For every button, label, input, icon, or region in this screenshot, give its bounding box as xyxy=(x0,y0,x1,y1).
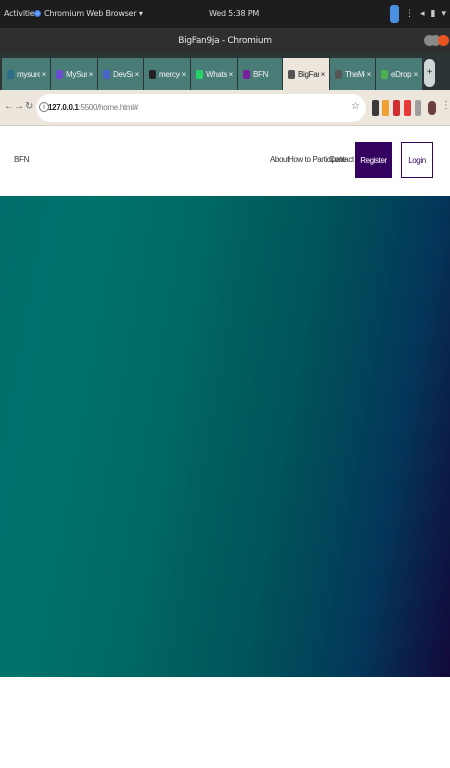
tab-favicon xyxy=(149,69,156,79)
browser-toolbar: ← → ↻ i 127.0.0.1:5500/home.html# ☆ ⋮ xyxy=(0,90,450,126)
chromium-icon xyxy=(34,10,41,17)
tab-strip: mysuretec × MySuretec × DevSureti × merc… xyxy=(0,54,450,90)
nav-link-contact[interactable]: Contact xyxy=(329,155,354,164)
tab-label: TheMobile xyxy=(345,69,365,79)
tab-favicon xyxy=(7,69,14,79)
menu-kebab-icon[interactable]: ⋮ xyxy=(441,100,450,111)
volume-icon[interactable]: ◂ xyxy=(420,9,425,19)
tab-label: MySuretec xyxy=(66,69,87,79)
tab-close-icon[interactable]: × xyxy=(367,70,372,79)
bookmark-star-icon[interactable]: ☆ xyxy=(351,101,360,112)
system-top-bar: Activities Chromium Web Browser ▾ Wed 5:… xyxy=(0,0,450,28)
close-window-button[interactable] xyxy=(438,35,449,46)
tab-favicon xyxy=(381,69,388,79)
tab-close-icon[interactable]: × xyxy=(135,70,140,79)
browser-tab[interactable]: BFN xyxy=(238,58,282,90)
register-button[interactable]: Register xyxy=(355,142,392,178)
browser-tab[interactable]: MySuretec × xyxy=(51,58,97,90)
tab-label: mercyg/Bi xyxy=(159,69,180,79)
clock[interactable]: Wed 5:38 PM xyxy=(209,9,259,18)
browser-tab[interactable]: TheMobile × xyxy=(330,58,375,90)
power-menu-icon[interactable]: ▾ xyxy=(441,9,446,19)
tab-favicon xyxy=(56,69,63,79)
tab-favicon xyxy=(335,69,342,79)
site-brand[interactable]: BFN xyxy=(14,155,29,164)
url-path: :5500/home.html# xyxy=(78,103,139,112)
tab-favicon xyxy=(103,69,110,79)
battery-icon[interactable]: ▮ xyxy=(431,9,436,19)
app-menu[interactable]: Chromium Web Browser ▾ xyxy=(34,9,143,18)
profile-avatar[interactable] xyxy=(428,101,436,115)
browser-tab[interactable]: WhatsApp × xyxy=(191,58,237,90)
page-lower-section xyxy=(0,677,450,768)
tab-close-icon[interactable]: × xyxy=(182,70,187,79)
browser-tab[interactable]: mysuretec × xyxy=(2,58,50,90)
accessibility-icon[interactable] xyxy=(389,5,399,23)
browser-tab[interactable]: eDrop - Pe × xyxy=(376,58,422,90)
network-icon[interactable]: ⋮ xyxy=(405,9,414,19)
extension-icon[interactable] xyxy=(372,100,379,116)
tab-close-icon[interactable]: × xyxy=(414,70,419,79)
tab-label: BigFan9ja xyxy=(298,69,319,79)
window-titlebar: BigFan9ja - Chromium xyxy=(0,28,450,54)
web-page: BFN About How to Participate Contact Reg… xyxy=(0,127,450,768)
extension-icon[interactable] xyxy=(393,100,400,116)
reload-icon[interactable]: ↻ xyxy=(25,101,33,112)
site-navbar: BFN About How to Participate Contact Reg… xyxy=(0,127,450,196)
login-button[interactable]: Login xyxy=(401,142,433,178)
url-text[interactable]: 127.0.0.1:5500/home.html# xyxy=(48,103,138,112)
tab-close-icon[interactable]: × xyxy=(89,70,94,79)
system-tray[interactable]: ⋮ ◂ ▮ ▾ xyxy=(389,5,446,23)
extension-icon[interactable] xyxy=(404,100,411,116)
tab-close-icon[interactable]: × xyxy=(42,70,47,79)
forward-arrow-icon[interactable]: → xyxy=(14,101,24,112)
tab-label: mysuretec xyxy=(17,69,40,79)
new-tab-button[interactable]: + xyxy=(424,59,435,87)
browser-tab[interactable]: mercyg/Bi × xyxy=(144,58,190,90)
extension-icon[interactable] xyxy=(382,100,389,116)
browser-tab[interactable]: DevSureti × xyxy=(98,58,143,90)
tab-label: eDrop - Pe xyxy=(391,69,412,79)
tab-close-icon[interactable]: × xyxy=(229,70,234,79)
nav-link-about[interactable]: About xyxy=(270,155,289,164)
back-arrow-icon[interactable]: ← xyxy=(4,101,14,112)
tab-favicon xyxy=(196,69,203,79)
tab-label: DevSureti xyxy=(113,69,133,79)
tab-label: WhatsApp xyxy=(206,69,227,79)
window-title: BigFan9ja - Chromium xyxy=(178,36,272,46)
app-menu-label: Chromium Web Browser ▾ xyxy=(44,9,143,18)
tab-favicon xyxy=(243,69,250,79)
tab-close-icon[interactable]: × xyxy=(321,70,326,79)
browser-tab-active[interactable]: BigFan9ja × xyxy=(283,58,329,90)
hero-section xyxy=(0,196,450,677)
tab-favicon xyxy=(288,69,295,79)
tab-label: BFN xyxy=(253,69,269,79)
extension-icon[interactable] xyxy=(415,100,421,116)
address-bar[interactable]: i 127.0.0.1:5500/home.html# ☆ xyxy=(36,94,366,122)
url-host: 127.0.0.1 xyxy=(48,103,79,112)
